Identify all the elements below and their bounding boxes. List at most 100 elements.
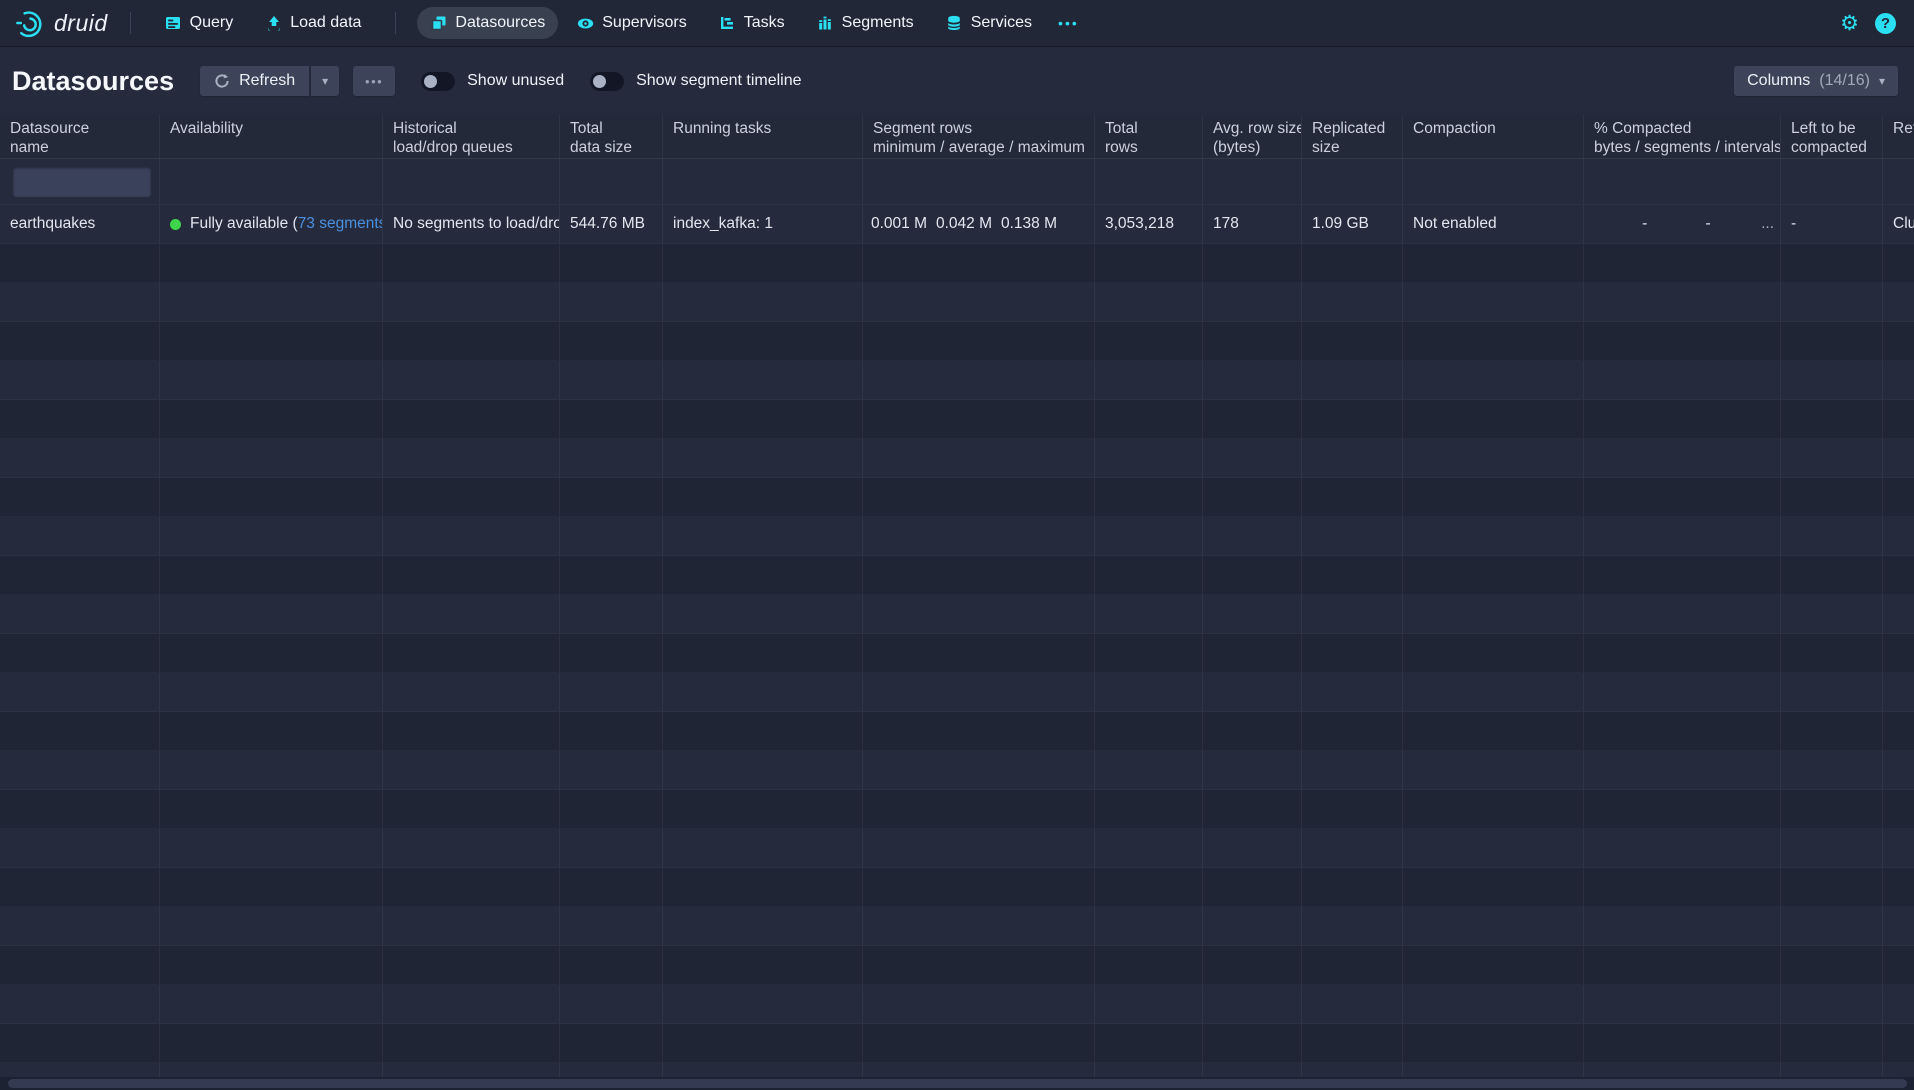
table-row-empty [0, 595, 1914, 634]
empty-cell [663, 712, 863, 750]
empty-cell [160, 517, 383, 555]
column-header-running-tasks[interactable]: Running tasks [663, 115, 863, 158]
empty-cell [1403, 595, 1584, 633]
druid-logo-text: druid [54, 10, 112, 37]
column-header-replicated-size[interactable]: Replicatedsize [1302, 115, 1403, 158]
empty-cell [160, 985, 383, 1023]
druid-logo[interactable]: druid [14, 8, 112, 39]
empty-cell [0, 556, 160, 594]
filter-cell [1584, 159, 1781, 204]
empty-cell [1584, 829, 1781, 867]
empty-cell [1781, 946, 1883, 984]
empty-cell [383, 361, 560, 399]
empty-cell [160, 751, 383, 789]
empty-cell [560, 478, 663, 516]
datasources-toolbar: Datasources Refresh ▾ ••• Show unused Sh… [0, 47, 1914, 115]
nav-item-supervisors[interactable]: Supervisors [564, 7, 699, 39]
columns-dropdown-button[interactable]: Columns (14/16) ▾ [1734, 66, 1898, 96]
refresh-interval-dropdown-button[interactable]: ▾ [311, 66, 339, 96]
empty-cell [1403, 400, 1584, 438]
empty-cell [1302, 244, 1403, 282]
column-header-left-to-be-compacted[interactable]: Left to becompacted [1781, 115, 1883, 158]
more-actions-button[interactable]: ••• [353, 66, 395, 96]
empty-cell [663, 439, 863, 477]
column-header-avg-row-size[interactable]: Avg. row size(bytes) [1203, 115, 1302, 158]
segments-icon [817, 15, 834, 32]
nav-more-button[interactable]: ••• [1048, 8, 1089, 38]
nav-item-load-data[interactable]: Load data [252, 7, 374, 39]
refresh-button[interactable]: Refresh [200, 66, 309, 96]
empty-cell [1302, 361, 1403, 399]
table-row-empty [0, 283, 1914, 322]
refresh-icon [214, 73, 230, 89]
table-row-earthquakes[interactable]: earthquakes Fully available (73 segments… [0, 205, 1914, 244]
empty-cell [1781, 634, 1883, 672]
table-row-empty [0, 790, 1914, 829]
column-header-compaction[interactable]: Compaction [1403, 115, 1584, 158]
toggle-knob [593, 75, 606, 88]
segment-rows-max: 0.138 M [1001, 215, 1066, 233]
empty-cell [383, 517, 560, 555]
show-segment-timeline-toggle[interactable] [590, 72, 624, 91]
nav-item-segments[interactable]: Segments [804, 7, 927, 39]
empty-cell [1883, 517, 1914, 555]
empty-cell [560, 868, 663, 906]
nav-item-query[interactable]: Query [152, 7, 247, 39]
column-header-datasource-name[interactable]: Datasourcename [0, 115, 160, 158]
empty-cell [863, 1024, 1095, 1062]
column-header-pct-compacted[interactable]: % Compactedbytes / segments / intervals [1584, 115, 1781, 158]
header-line: Left to be [1791, 119, 1872, 138]
column-header-retention[interactable]: Retention [1883, 115, 1914, 158]
empty-cell [1302, 790, 1403, 828]
empty-cell [1403, 790, 1584, 828]
empty-cell [1584, 361, 1781, 399]
header-line: minimum / average / maximum [873, 138, 1084, 157]
nav-item-tasks[interactable]: Tasks [706, 7, 798, 39]
empty-cell [0, 751, 160, 789]
filter-cell [160, 159, 383, 204]
column-header-availability[interactable]: Availability [160, 115, 383, 158]
empty-cell [1781, 751, 1883, 789]
filter-cell [1781, 159, 1883, 204]
nav-item-services[interactable]: Services [933, 7, 1045, 39]
header-line: Historical [393, 119, 549, 138]
show-unused-toggle[interactable] [421, 72, 455, 91]
settings-gear-icon[interactable]: ⚙ [1840, 13, 1859, 34]
empty-cell [560, 595, 663, 633]
empty-cell [863, 478, 1095, 516]
empty-cell [560, 712, 663, 750]
empty-cell [1403, 907, 1584, 945]
empty-cell [663, 868, 863, 906]
horizontal-scrollbar-thumb[interactable] [8, 1079, 1907, 1088]
column-header-total-data-size[interactable]: Totaldata size [560, 115, 663, 158]
column-header-total-rows[interactable]: Totalrows [1095, 115, 1203, 158]
empty-cell [863, 595, 1095, 633]
header-line: Availability [170, 119, 372, 138]
avg-row-size-cell: 178 [1203, 205, 1302, 243]
services-icon [946, 15, 963, 32]
empty-cell [663, 673, 863, 711]
pct-compacted-intervals: ... [1711, 215, 1774, 233]
help-icon[interactable]: ? [1875, 13, 1896, 34]
filter-cell [1203, 159, 1302, 204]
empty-cell [0, 907, 160, 945]
header-line: Running tasks [673, 119, 852, 138]
segments-count-link[interactable]: 73 segments [298, 215, 383, 233]
column-header-segment-rows[interactable]: Segment rowsminimum / average / maximum [863, 115, 1095, 158]
nav-item-datasources[interactable]: Datasources [417, 7, 558, 39]
table-row-empty [0, 1024, 1914, 1063]
table-row-empty [0, 868, 1914, 907]
empty-cell [0, 595, 160, 633]
empty-cell [863, 634, 1095, 672]
empty-cell [1302, 673, 1403, 711]
empty-cell [1095, 751, 1203, 789]
empty-cell [1403, 478, 1584, 516]
filter-cell [383, 159, 560, 204]
empty-cell [1403, 283, 1584, 321]
empty-cell [1302, 322, 1403, 360]
empty-cell [1203, 400, 1302, 438]
column-header-historical-queues[interactable]: Historicalload/drop queues [383, 115, 560, 158]
filter-cell [863, 159, 1095, 204]
datasource-name-filter-input[interactable] [13, 167, 151, 197]
compaction-cell: Not enabled [1403, 205, 1584, 243]
